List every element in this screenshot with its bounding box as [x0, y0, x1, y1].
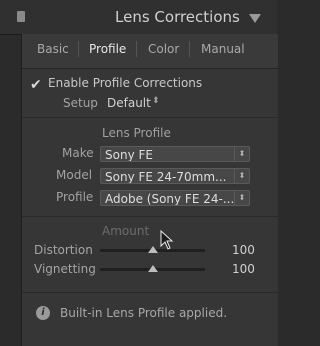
info-message: Built-in Lens Profile applied.	[60, 306, 228, 320]
lens-corrections-panel: Basic Profile Color Manual ✔ Enable Profi…	[21, 34, 278, 346]
distortion-slider-thumb[interactable]	[148, 246, 158, 253]
setup-label: Setup	[63, 96, 98, 110]
profile-value: Adobe (Sony FE 24-...	[105, 192, 235, 206]
panel-header[interactable]: Lens Corrections	[0, 0, 277, 35]
tab-color[interactable]: Color	[148, 42, 179, 56]
profile-label: Profile	[56, 190, 94, 204]
up-down-arrow-icon: ⬍	[234, 147, 249, 161]
tab-bar: Basic Profile Color Manual	[22, 34, 278, 69]
mouse-cursor-icon	[160, 230, 174, 250]
tab-profile[interactable]: Profile	[89, 42, 126, 56]
tab-basic[interactable]: Basic	[37, 42, 69, 56]
model-value: Sony FE 24-70mm...	[105, 170, 227, 184]
make-label: Make	[62, 146, 94, 160]
distortion-value[interactable]: 100	[232, 243, 255, 257]
panel-title: Lens Corrections	[115, 8, 240, 26]
distortion-label: Distortion	[34, 243, 93, 257]
tab-separator	[189, 41, 190, 57]
section-divider	[22, 117, 278, 118]
lens-profile-heading: Lens Profile	[102, 126, 171, 140]
make-select[interactable]: Sony FE ⬍	[100, 146, 250, 162]
panel-grip-icon[interactable]	[17, 11, 25, 22]
enable-profile-corrections-row[interactable]: ✔ Enable Profile Corrections	[30, 76, 203, 92]
up-down-arrow-icon: ⬍	[234, 191, 249, 205]
vignetting-value[interactable]: 100	[232, 262, 255, 276]
model-label: Model	[56, 168, 93, 182]
section-divider	[22, 292, 278, 293]
setup-dropdown[interactable]: Default	[107, 96, 151, 110]
triangle-down-icon[interactable]	[249, 14, 261, 23]
tab-separator	[136, 41, 137, 57]
up-down-arrow-icon[interactable]: ⬍	[152, 96, 160, 106]
model-select[interactable]: Sony FE 24-70mm... ⬍	[100, 168, 250, 184]
info-icon: i	[36, 306, 50, 320]
amount-heading: Amount	[102, 224, 150, 238]
tab-separator	[78, 41, 79, 57]
section-divider	[22, 216, 278, 217]
up-down-arrow-icon: ⬍	[234, 169, 249, 183]
vignetting-label: Vignetting	[34, 262, 96, 276]
tab-manual[interactable]: Manual	[201, 42, 245, 56]
profile-select[interactable]: Adobe (Sony FE 24-... ⬍	[100, 190, 250, 206]
enable-profile-corrections-label: Enable Profile Corrections	[48, 76, 203, 90]
make-value: Sony FE	[105, 148, 153, 162]
enable-profile-corrections-checkbox[interactable]: ✔	[30, 78, 42, 92]
vignetting-slider-thumb[interactable]	[148, 265, 158, 272]
